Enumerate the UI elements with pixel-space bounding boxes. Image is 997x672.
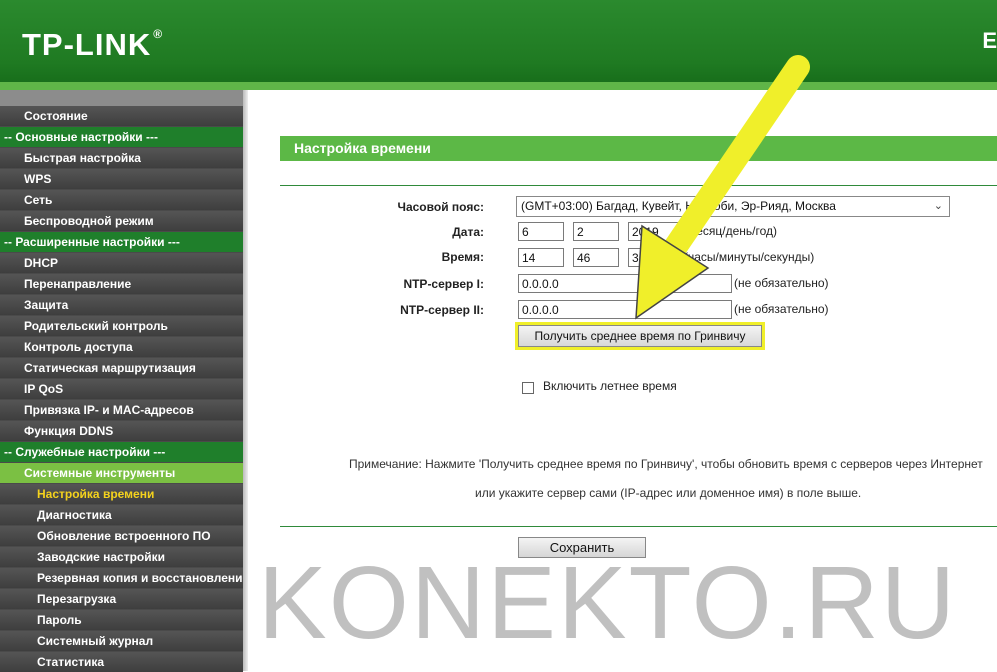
date-format-hint: (месяц/день/год)	[684, 224, 778, 238]
time-format-hint: (часы/минуты/секунды)	[684, 250, 815, 264]
ntp2-label: NTP-сервер II:	[400, 303, 484, 317]
divider-bottom	[280, 526, 997, 527]
chevron-down-icon: ⌄	[933, 200, 943, 212]
page-title: Настройка времени	[280, 136, 997, 161]
sidebar-item[interactable]: Перенаправление	[0, 274, 243, 294]
ntp1-input[interactable]: 0.0.0.0	[518, 274, 732, 293]
time-seconds-input[interactable]: 35	[628, 248, 680, 267]
ntp1-hint: (не обязательно)	[734, 276, 829, 290]
timezone-label: Часовой пояс:	[397, 200, 484, 214]
dst-label: Включить летнее время	[543, 379, 677, 393]
time-label: Время:	[441, 250, 484, 264]
date-label: Дата:	[452, 225, 484, 239]
time-hours-input[interactable]: 14	[518, 248, 564, 267]
sidebar-item[interactable]: Системный журнал	[0, 631, 243, 651]
note-line-2: или укажите сервер сами (IP-адрес или до…	[475, 486, 862, 500]
sidebar-item[interactable]: Родительский контроль	[0, 316, 243, 336]
sidebar-nav-list: Состояние -- Основные настройки --- Быстра…	[0, 106, 243, 672]
timezone-value: (GMT+03:00) Багдад, Кувейт, Найроби, Эр-…	[521, 199, 836, 213]
time-minutes-input[interactable]: 46	[573, 248, 619, 267]
logo-registered-mark: ®	[153, 27, 164, 41]
header-right-text: E	[982, 28, 997, 53]
date-year-input[interactable]: 2019	[628, 222, 680, 241]
sidebar-item[interactable]: Системные инструменты	[0, 463, 243, 483]
sidebar-item[interactable]: Функция DDNS	[0, 421, 243, 441]
dst-checkbox[interactable]	[522, 382, 534, 394]
sidebar-item[interactable]: Статистика	[0, 652, 243, 672]
sidebar-item[interactable]: Обновление встроенного ПО	[0, 526, 243, 546]
sidebar-top-gap	[0, 90, 243, 106]
sidebar-item[interactable]: DHCP	[0, 253, 243, 273]
sidebar-item[interactable]: Диагностика	[0, 505, 243, 525]
note-line-1: Примечание: Нажмите 'Получить среднее вр…	[349, 457, 983, 471]
date-month-input[interactable]: 6	[518, 222, 564, 241]
sidebar-item[interactable]: Заводские настройки	[0, 547, 243, 567]
sidebar-item[interactable]: IP QoS	[0, 379, 243, 399]
sidebar-item[interactable]: Быстрая настройка	[0, 148, 243, 168]
sidebar-item[interactable]: Перезагрузка	[0, 589, 243, 609]
sidebar-section-header: -- Расширенные настройки ---	[0, 232, 243, 252]
ntp2-hint: (не обязательно)	[734, 302, 829, 316]
sidebar-item[interactable]: Привязка IP- и MAC-адресов	[0, 400, 243, 420]
tp-link-logo: TP-LINK ®	[22, 27, 163, 63]
ntp2-input[interactable]: 0.0.0.0	[518, 300, 732, 319]
sidebar-item[interactable]: Беспроводной режим	[0, 211, 243, 231]
sidebar-item[interactable]: Защита	[0, 295, 243, 315]
sidebar: Состояние -- Основные настройки --- Быстра…	[0, 90, 243, 672]
sidebar-item[interactable]: Пароль	[0, 610, 243, 630]
header-stripe	[0, 82, 997, 90]
sidebar-item[interactable]: Состояние	[0, 106, 243, 126]
sidebar-item[interactable]: WPS	[0, 169, 243, 189]
ntp1-label: NTP-сервер I:	[403, 277, 484, 291]
sidebar-section-header: -- Основные настройки ---	[0, 127, 243, 147]
sidebar-item[interactable]: Резервная копия и восстановление	[0, 568, 243, 588]
watermark-text: KONEKTO.RU	[258, 545, 958, 660]
timezone-select[interactable]: (GMT+03:00) Багдад, Кувейт, Найроби, Эр-…	[516, 196, 950, 217]
sidebar-section-header: -- Служебные настройки ---	[0, 442, 243, 462]
sidebar-item[interactable]: Сеть	[0, 190, 243, 210]
date-day-input[interactable]: 2	[573, 222, 619, 241]
get-gmt-button[interactable]: Получить среднее время по Гринвичу	[518, 325, 762, 347]
sidebar-item[interactable]: Контроль доступа	[0, 337, 243, 357]
logo-text: TP-LINK	[22, 27, 152, 62]
header-bar: TP-LINK ® E	[0, 0, 997, 90]
sidebar-item[interactable]: Настройка времени	[0, 484, 243, 504]
sidebar-item[interactable]: Статическая маршрутизация	[0, 358, 243, 378]
divider-top	[280, 185, 997, 186]
